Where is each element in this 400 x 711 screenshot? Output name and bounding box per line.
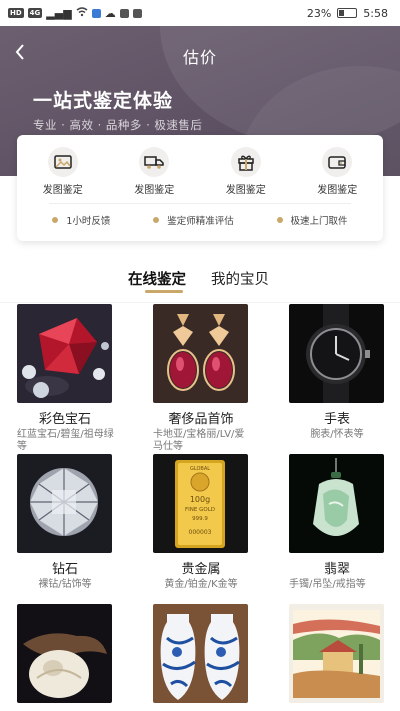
category-watches[interactable]: 手表 腕表/怀表等 <box>272 304 400 454</box>
category-desc: 红蓝宝石/碧玺/祖母绿等 <box>17 429 114 452</box>
category-painting[interactable] <box>272 604 400 711</box>
category-jade-carving[interactable] <box>0 604 130 711</box>
gold-bar-thumbnail: GLOBAL 100g FINE GOLD 999.9 000003 <box>153 454 248 553</box>
category-precious-metals[interactable]: GLOBAL 100g FINE GOLD 999.9 000003 贵金属 黄… <box>136 454 266 604</box>
category-jadeite[interactable]: 翡翠 手镯/吊坠/戒指等 <box>272 454 400 604</box>
network-badge: 4G <box>27 8 43 18</box>
gold-bar-weight: 100g <box>190 495 210 504</box>
wifi-icon <box>76 6 88 20</box>
message-icon <box>132 8 142 18</box>
gift-icon <box>230 147 261 177</box>
feature-item: 鉴定师精准评估 <box>153 213 234 227</box>
service-card: 发图鉴定 发图鉴定 发图鉴定 发图鉴定 1小时反馈 鉴定师精准评估 极速上门取件 <box>17 135 383 241</box>
service-gift[interactable]: 发图鉴定 <box>200 147 292 199</box>
bullet-dot <box>52 217 59 223</box>
porcelain-thumbnail <box>153 604 248 703</box>
hd-badge: HD <box>8 8 24 18</box>
diamond-thumbnail <box>17 454 112 553</box>
category-desc: 黄金/铂金/K金等 <box>164 579 238 590</box>
category-colored-gems[interactable]: 彩色宝石 红蓝宝石/碧玺/祖母绿等 <box>0 304 130 454</box>
category-title: 翡翠 <box>323 562 350 577</box>
service-label: 发图鉴定 <box>134 185 175 196</box>
category-luxury-jewelry[interactable]: 奢侈品首饰 卡地亚/宝格丽/LV/爱马仕等 <box>136 304 266 454</box>
feature-row: 1小时反馈 鉴定师精准评估 极速上门取件 <box>17 213 383 227</box>
service-row: 发图鉴定 发图鉴定 发图鉴定 发图鉴定 <box>17 147 383 199</box>
feature-item: 1小时反馈 <box>52 213 110 227</box>
category-desc: 裸钻/钻饰等 <box>38 579 92 590</box>
tab-bar: 在线鉴定 我的宝贝 <box>0 262 400 302</box>
feature-label: 1小时反馈 <box>66 216 111 227</box>
card-divider <box>49 203 351 204</box>
service-wallet[interactable]: 发图鉴定 <box>292 147 384 199</box>
app-notification-icon <box>91 8 101 18</box>
nav-bar: 估价 <box>0 36 400 72</box>
category-desc: 卡地亚/宝格丽/LV/爱马仕等 <box>153 429 245 452</box>
service-photo-appraisal[interactable]: 发图鉴定 <box>17 147 109 199</box>
battery-icon <box>337 8 358 18</box>
category-title: 彩色宝石 <box>38 412 91 427</box>
feature-item: 极速上门取件 <box>276 213 348 227</box>
jade-thumbnail <box>289 454 384 553</box>
gold-bar-fineness: FINE GOLD <box>185 507 215 513</box>
feature-label: 鉴定师精准评估 <box>167 216 234 227</box>
service-label: 发图鉴定 <box>42 185 83 196</box>
jewelry-thumbnail <box>153 304 248 403</box>
service-pickup[interactable]: 发图鉴定 <box>109 147 201 199</box>
hero-subtitle: 专业 · 高效 · 品种多 · 极速售后 <box>33 118 203 132</box>
gold-bar-brand: GLOBAL <box>190 466 210 472</box>
battery-percent: 23% <box>306 6 332 20</box>
image-icon <box>47 147 78 177</box>
tab-online-appraisal[interactable]: 在线鉴定 <box>128 268 186 289</box>
gem-thumbnail <box>17 304 112 403</box>
status-right: 23% 5:58 <box>307 7 388 20</box>
category-porcelain[interactable] <box>136 604 266 711</box>
bullet-dot <box>276 217 283 223</box>
category-diamonds[interactable]: 钻石 裸钻/钻饰等 <box>0 454 130 604</box>
divider <box>0 302 400 303</box>
bullet-dot <box>153 217 160 223</box>
painting-thumbnail <box>289 604 384 703</box>
watch-thumbnail <box>289 304 384 403</box>
cloud-icon: ☁ <box>104 6 116 20</box>
active-tab-indicator <box>145 290 183 293</box>
page-title: 估价 <box>182 48 217 67</box>
gold-bar-purity: 999.9 <box>192 516 208 522</box>
category-title: 钻石 <box>51 562 78 577</box>
category-grid: 彩色宝石 红蓝宝石/碧玺/祖母绿等 奢侈品首饰 卡地亚/宝格丽/LV/爱马仕等 <box>0 304 400 711</box>
category-desc: 腕表/怀表等 <box>310 429 364 440</box>
tab-my-items[interactable]: 我的宝贝 <box>211 268 269 289</box>
feature-label: 极速上门取件 <box>290 216 348 227</box>
gold-bar-serial: 000003 <box>189 529 212 536</box>
clock: 5:58 <box>363 6 388 20</box>
hero-headline: 一站式鉴定体验 <box>33 90 174 112</box>
category-title: 手表 <box>323 412 350 427</box>
truck-icon <box>139 147 170 177</box>
shield-icon <box>119 8 129 18</box>
status-left: HD 4G ▂▄▆ ☁ <box>8 7 142 20</box>
signal-icon: ▂▄▆ <box>46 6 72 20</box>
jade-carving-thumbnail <box>17 604 112 703</box>
category-title: 贵金属 <box>181 562 221 577</box>
service-label: 发图鉴定 <box>317 185 358 196</box>
category-desc: 手镯/吊坠/戒指等 <box>289 579 366 590</box>
service-label: 发图鉴定 <box>225 185 266 196</box>
category-title: 奢侈品首饰 <box>168 412 234 427</box>
wallet-icon <box>322 147 353 177</box>
status-bar: HD 4G ▂▄▆ ☁ 23% 5:58 <box>0 0 400 26</box>
